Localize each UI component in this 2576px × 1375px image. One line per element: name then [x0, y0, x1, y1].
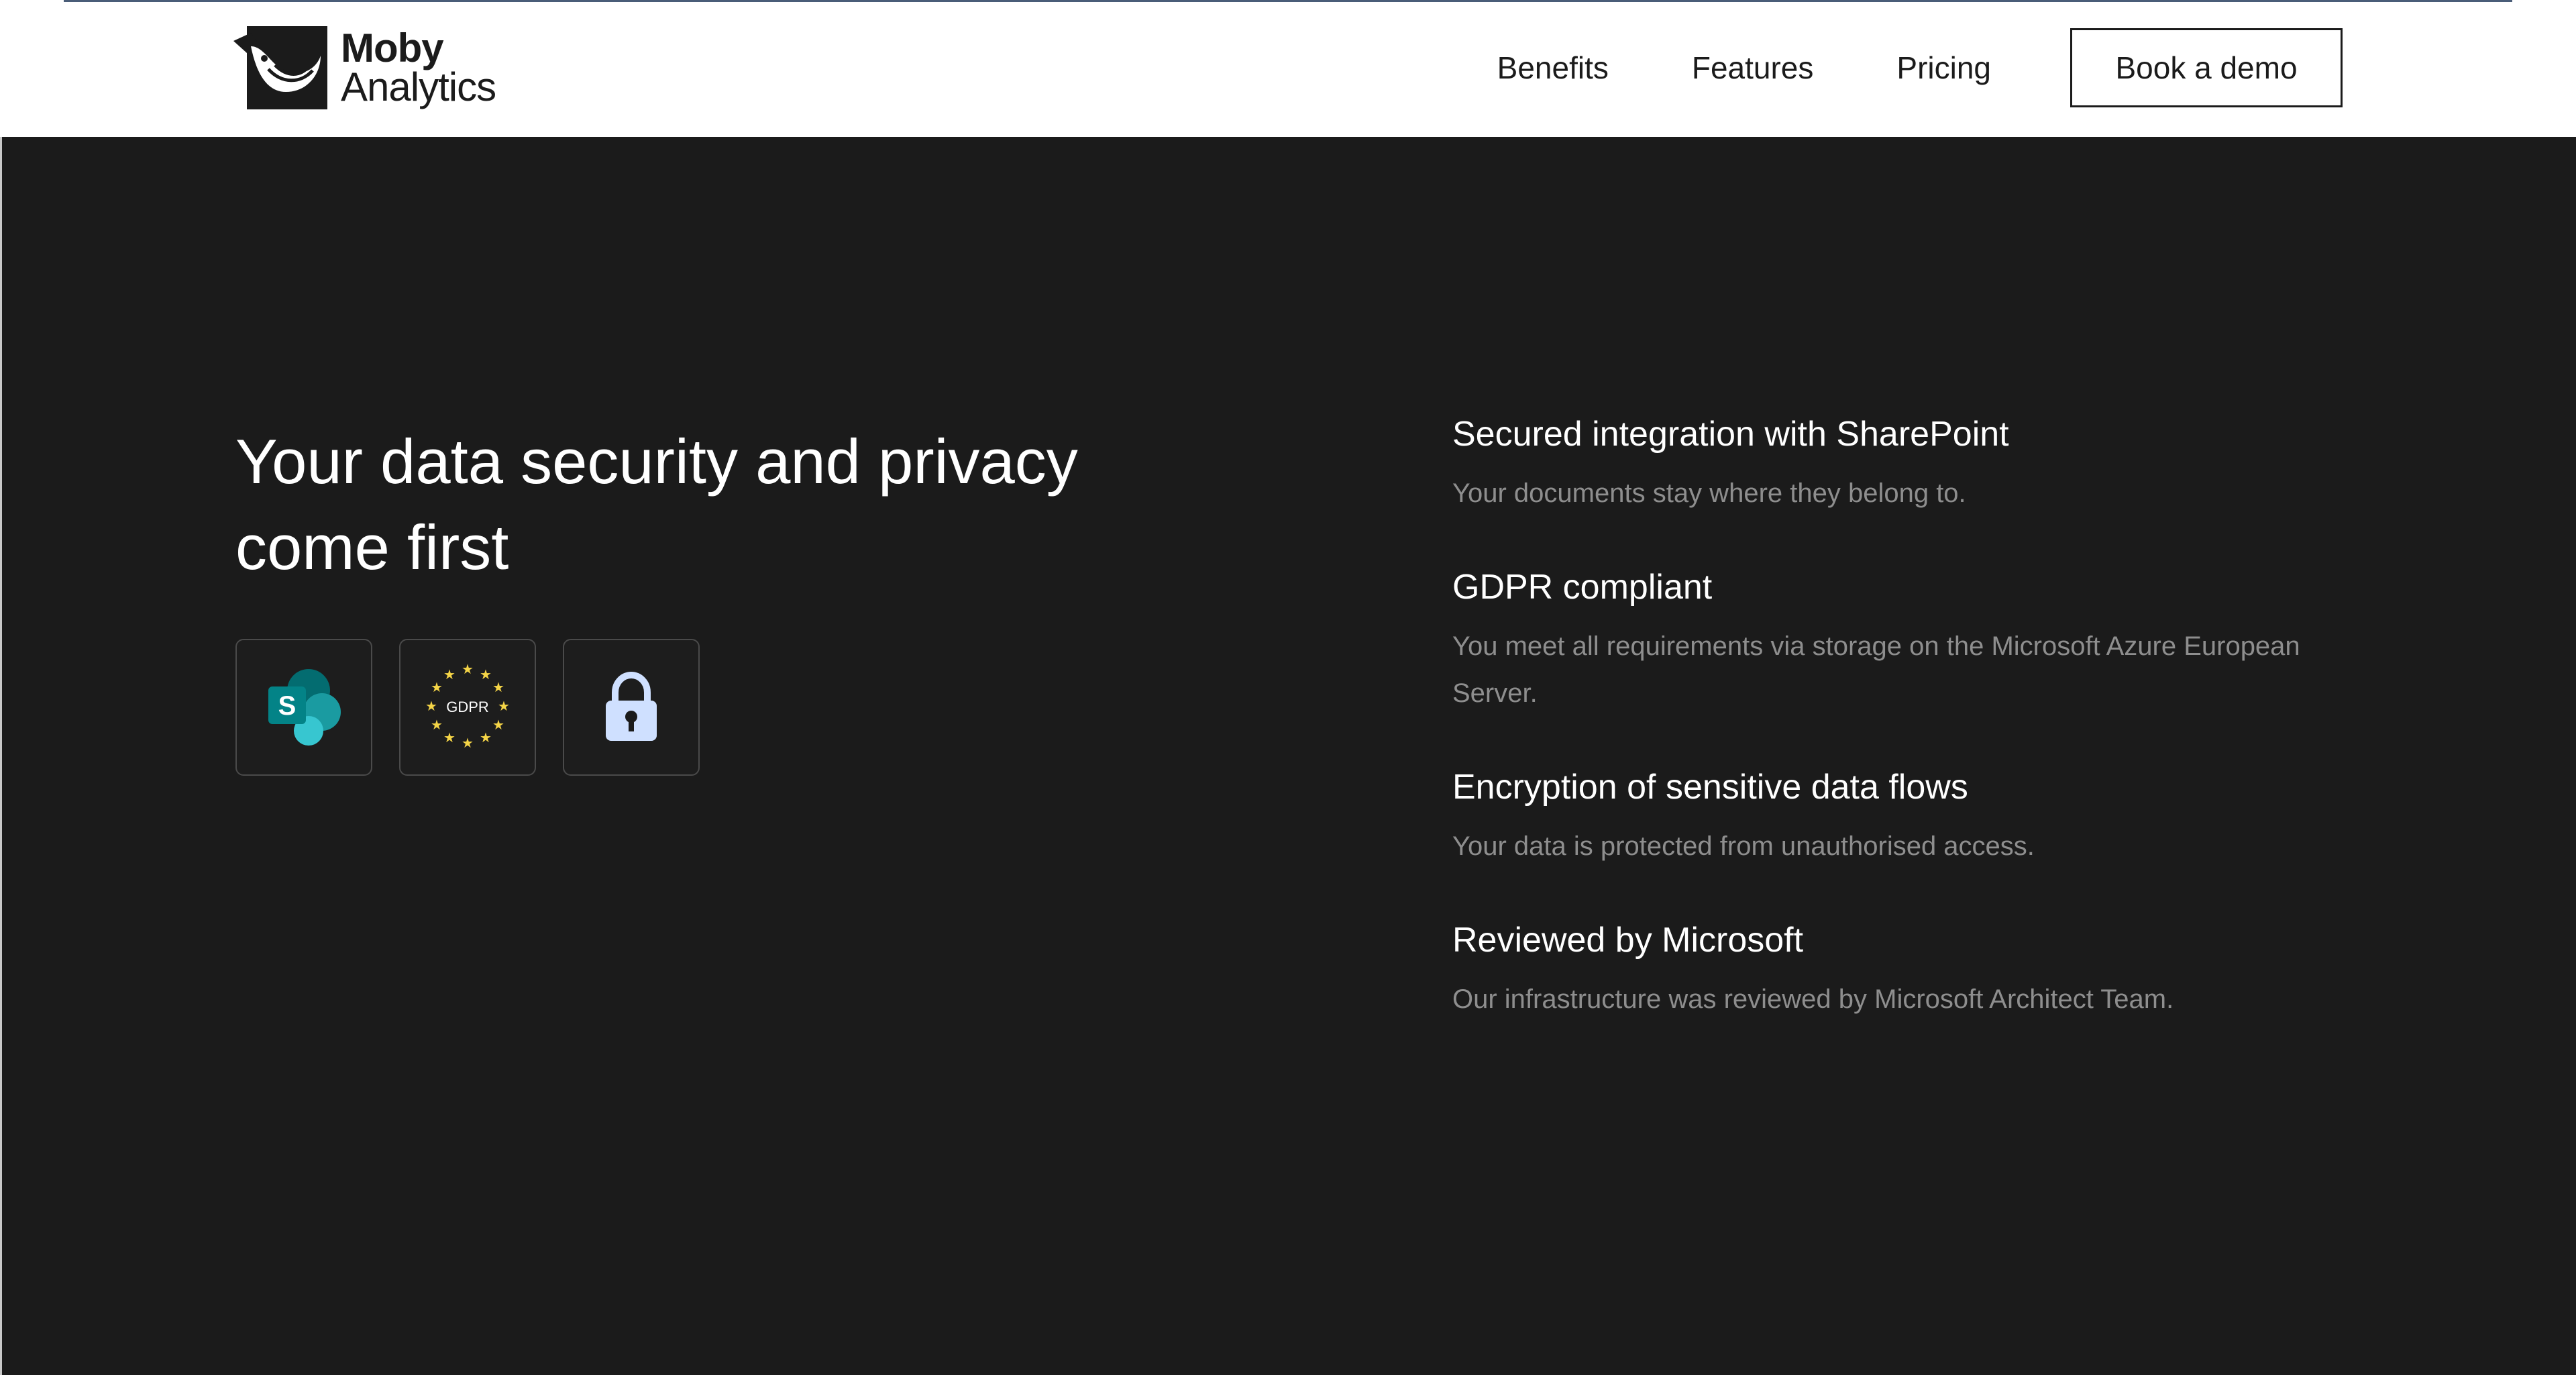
feature-title: Reviewed by Microsoft — [1452, 921, 1804, 960]
site-header: Moby Analytics Benefits Features Pricing… — [0, 2, 2576, 137]
feature-item: Secured integration with SharePoint Your… — [1452, 411, 2324, 517]
svg-text:★: ★ — [431, 717, 443, 733]
svg-text:★: ★ — [431, 679, 443, 695]
brand-name: Moby Analytics — [341, 28, 496, 107]
nav-link-benefits[interactable]: Benefits — [1497, 50, 1609, 86]
feature-description: Your data is protected from unauthorised… — [1452, 831, 2035, 861]
sharepoint-icon: S — [268, 669, 341, 746]
svg-text:★: ★ — [443, 666, 455, 682]
svg-text:★: ★ — [480, 666, 492, 682]
feature-title: Encryption of sensitive data flows — [1452, 768, 1968, 807]
feature-item: GDPR compliant You meet all requirements… — [1452, 564, 2324, 717]
feature-title: GDPR compliant — [1452, 568, 1713, 607]
brand-name-line1: Moby — [341, 26, 444, 70]
nav-link-pricing[interactable]: Pricing — [1896, 50, 1991, 86]
section-title: Your data security and privacy come firs… — [235, 426, 1078, 582]
sharepoint-badge: S — [235, 639, 372, 776]
feature-item: Reviewed by Microsoft Our infrastructure… — [1452, 917, 2324, 1023]
svg-text:★: ★ — [425, 698, 437, 714]
feature-description: You meet all requirements via storage on… — [1452, 631, 2300, 708]
feature-description: Your documents stay where they belong to… — [1452, 478, 1966, 508]
security-section: Your data security and privacy come firs… — [0, 137, 2576, 1375]
svg-text:★: ★ — [492, 717, 504, 733]
feature-title: Secured integration with SharePoint — [1452, 415, 2009, 454]
nav-link-features[interactable]: Features — [1692, 50, 1814, 86]
main-nav: Benefits Features Pricing Book a demo — [1497, 26, 2343, 109]
book-demo-button[interactable]: Book a demo — [2070, 28, 2343, 107]
svg-text:★: ★ — [462, 735, 474, 751]
lock-badge — [563, 639, 700, 776]
lock-icon — [606, 671, 657, 741]
gdpr-icon: ★ ★ ★ ★ ★ ★ ★ ★ ★ ★ ★ ★ GDPR — [425, 661, 510, 751]
svg-text:★: ★ — [462, 661, 474, 677]
whale-icon — [233, 26, 327, 109]
svg-text:★: ★ — [443, 729, 455, 746]
sharepoint-letter: S — [278, 691, 297, 721]
feature-item: Encryption of sensitive data flows Your … — [1452, 764, 2324, 870]
svg-text:★: ★ — [498, 698, 510, 714]
feature-list: Secured integration with SharePoint Your… — [1452, 411, 2324, 1070]
brand-logo[interactable]: Moby Analytics — [233, 26, 496, 109]
gdpr-badge: ★ ★ ★ ★ ★ ★ ★ ★ ★ ★ ★ ★ GDPR — [399, 639, 536, 776]
svg-text:★: ★ — [492, 679, 504, 695]
brand-name-line2: Analytics — [341, 64, 496, 109]
svg-text:★: ★ — [480, 729, 492, 746]
security-badges: S ★ ★ ★ ★ ★ ★ ★ ★ ★ ★ ★ ★ GDPR — [235, 639, 727, 776]
feature-description: Our infrastructure was reviewed by Micro… — [1452, 984, 2174, 1014]
gdpr-text: GDPR — [446, 699, 489, 715]
